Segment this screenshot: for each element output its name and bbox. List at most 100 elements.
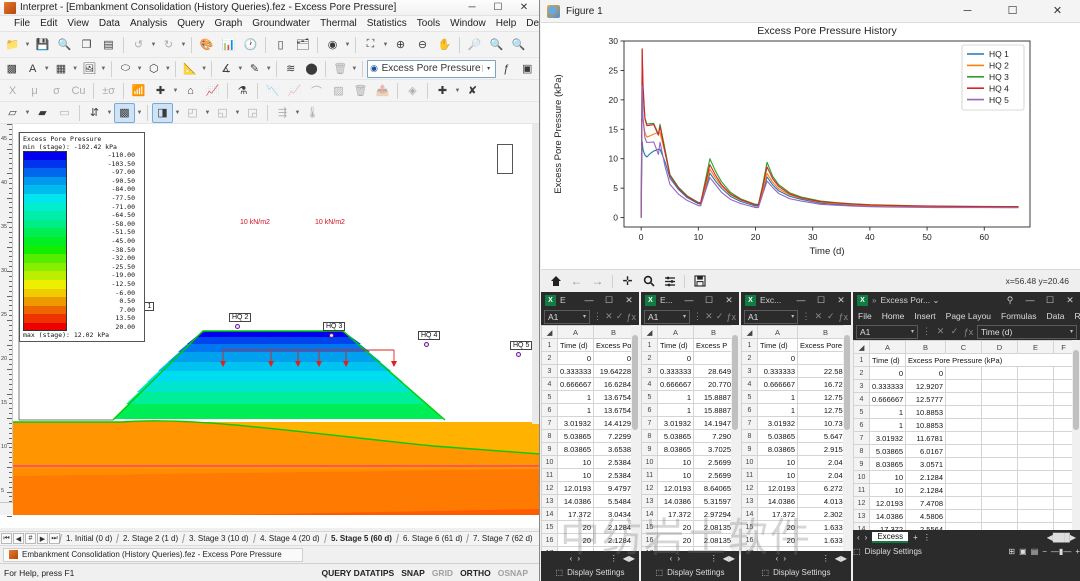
- cell[interactable]: 1: [558, 391, 594, 404]
- sheet-prev-button[interactable]: ‹: [670, 554, 673, 563]
- normal-view-icon[interactable]: ⊞: [1008, 547, 1015, 556]
- zoom-extents-dropdown-icon[interactable]: ▼: [382, 42, 389, 48]
- section-dropdown-icon[interactable]: ▼: [204, 110, 211, 116]
- table-row[interactable]: 73.0193210.7318: [742, 417, 852, 430]
- cell[interactable]: 0: [758, 352, 798, 365]
- row-header[interactable]: 7: [742, 417, 758, 430]
- zoom-icon[interactable]: [639, 272, 658, 291]
- cell[interactable]: 28.649: [694, 365, 734, 378]
- cell[interactable]: 6.0167: [906, 445, 946, 458]
- row-header[interactable]: 15: [742, 521, 758, 534]
- table-row[interactable]: 16202.08135: [642, 534, 734, 547]
- confirm-edit-icon[interactable]: ✓: [949, 326, 960, 337]
- cell[interactable]: 2.5699: [694, 469, 734, 482]
- cell[interactable]: [1054, 445, 1074, 458]
- cell[interactable]: [1054, 484, 1074, 497]
- row-header[interactable]: 10: [854, 471, 870, 484]
- zoom-extents-icon[interactable]: ⛶: [360, 35, 381, 55]
- cell[interactable]: [1018, 484, 1054, 497]
- row-header[interactable]: 17: [542, 547, 558, 552]
- cell[interactable]: 1: [758, 404, 798, 417]
- row-header[interactable]: 7: [542, 417, 558, 430]
- row-header[interactable]: 15: [542, 521, 558, 534]
- ruler-dropdown-icon[interactable]: ▼: [201, 66, 208, 72]
- polyline-dropdown-icon[interactable]: ▼: [136, 66, 143, 72]
- formula-bar-menu-icon[interactable]: ⋮: [593, 311, 602, 322]
- table-row[interactable]: 98.038653.7025: [642, 443, 734, 456]
- spreadsheet-close-button[interactable]: ✕: [719, 295, 739, 306]
- cell[interactable]: Time (d): [870, 354, 906, 367]
- cell[interactable]: [946, 419, 982, 432]
- table-row[interactable]: 1Time (d)Excess Pore P: [742, 339, 852, 352]
- row-header[interactable]: 11: [642, 469, 658, 482]
- cell[interactable]: 17.372: [558, 508, 594, 521]
- row-header[interactable]: 9: [854, 458, 870, 471]
- cell[interactable]: 0.666667: [758, 378, 798, 391]
- spreadsheet-grid[interactable]: ◢AB1Time (d)Excess Pore P20030.33333322.…: [741, 325, 851, 551]
- sheet-prev-button[interactable]: ‹: [776, 554, 779, 563]
- scrollbar-thumb[interactable]: [1073, 350, 1079, 430]
- row-header[interactable]: 16: [642, 534, 658, 547]
- column-header[interactable]: B: [906, 341, 946, 354]
- name-box-dropdown-icon[interactable]: ▾: [791, 313, 794, 320]
- cell[interactable]: 20: [558, 521, 594, 534]
- cell[interactable]: 17.372: [870, 523, 906, 531]
- table-row[interactable]: 16202.1284: [542, 534, 634, 547]
- spreadsheet-close-button[interactable]: ✕: [619, 295, 639, 306]
- cell[interactable]: [946, 393, 982, 406]
- document-tab[interactable]: Embankment Consolidation (History Querie…: [3, 548, 303, 562]
- cell[interactable]: [1018, 510, 1054, 523]
- row-header[interactable]: 14: [642, 508, 658, 521]
- cancel-edit-icon[interactable]: ✕: [605, 311, 613, 322]
- scrollbar-thumb[interactable]: [732, 335, 738, 430]
- undo-icon[interactable]: ↺: [128, 35, 149, 55]
- quick-access-icon[interactable]: »: [872, 296, 876, 305]
- table-row[interactable]: 40.66666716.6284: [542, 378, 634, 391]
- cell[interactable]: 0.333333: [558, 365, 594, 378]
- sheet-menu-icon[interactable]: ⋮: [822, 554, 830, 563]
- stage-tab[interactable]: 7. Stage 7 (62 d): [466, 534, 539, 543]
- save-icon[interactable]: 💾: [32, 35, 53, 55]
- spreadsheet-panel-1[interactable]: XE—☐✕A1▾⋮✕✓ƒx◢AB1Time (d)Excess Po20030.…: [541, 292, 639, 581]
- result-type-dropdown-icon[interactable]: ▾: [482, 65, 495, 72]
- cell[interactable]: 11.6781: [906, 432, 946, 445]
- select-all-corner[interactable]: ◢: [642, 326, 658, 339]
- edit-pencil-icon[interactable]: ✎: [245, 59, 265, 79]
- history-query-label[interactable]: HQ 3: [323, 322, 345, 331]
- text-dropdown-icon[interactable]: ▼: [44, 66, 51, 72]
- cell[interactable]: 12.0193: [870, 497, 906, 510]
- row-header[interactable]: 3: [642, 365, 658, 378]
- back-arrow-icon[interactable]: ←: [567, 272, 586, 291]
- row-header[interactable]: 8: [642, 430, 658, 443]
- row-header[interactable]: 1: [742, 339, 758, 352]
- undo-dropdown-icon[interactable]: ▼: [150, 42, 157, 48]
- table-row[interactable]: 5113.6754: [542, 391, 634, 404]
- sheet-prev-button[interactable]: ‹: [857, 533, 860, 542]
- cell[interactable]: [946, 497, 982, 510]
- row-header[interactable]: 1: [642, 339, 658, 352]
- column-header[interactable]: E: [1018, 341, 1054, 354]
- row-header[interactable]: 11: [854, 484, 870, 497]
- stage-tab[interactable]: 6. Stage 6 (61 d): [396, 534, 469, 543]
- horizontal-scrollbar[interactable]: ◀███▶: [1047, 533, 1076, 542]
- cell[interactable]: 2.1284: [594, 534, 634, 547]
- menu-graph[interactable]: Graph: [209, 17, 247, 30]
- cell[interactable]: 12.0193: [758, 482, 798, 495]
- cell[interactable]: 8.03865: [658, 443, 694, 456]
- scatter-graph-icon[interactable]: 📈: [284, 81, 305, 101]
- column-header[interactable]: A: [870, 341, 906, 354]
- vertical-scrollbar[interactable]: [1072, 340, 1080, 530]
- mesh-dropdown-icon[interactable]: ▼: [136, 110, 143, 116]
- cell[interactable]: 3.0571: [906, 458, 946, 471]
- table-row[interactable]: 11102.5699: [642, 469, 734, 482]
- histogram-icon[interactable]: 📶: [128, 81, 149, 101]
- table-row[interactable]: 1314.03864.01347: [742, 495, 852, 508]
- export-icon[interactable]: ▤: [98, 35, 119, 55]
- cell[interactable]: 3.0434: [594, 508, 634, 521]
- cell[interactable]: 14.0386: [658, 495, 694, 508]
- cancel-edit-icon[interactable]: ✕: [814, 311, 823, 322]
- row-header[interactable]: 7: [854, 432, 870, 445]
- clock-icon[interactable]: 🕐: [240, 35, 261, 55]
- section2-dropdown-icon[interactable]: ▼: [234, 110, 241, 116]
- formula-bar-menu-icon[interactable]: ⋮: [921, 326, 932, 337]
